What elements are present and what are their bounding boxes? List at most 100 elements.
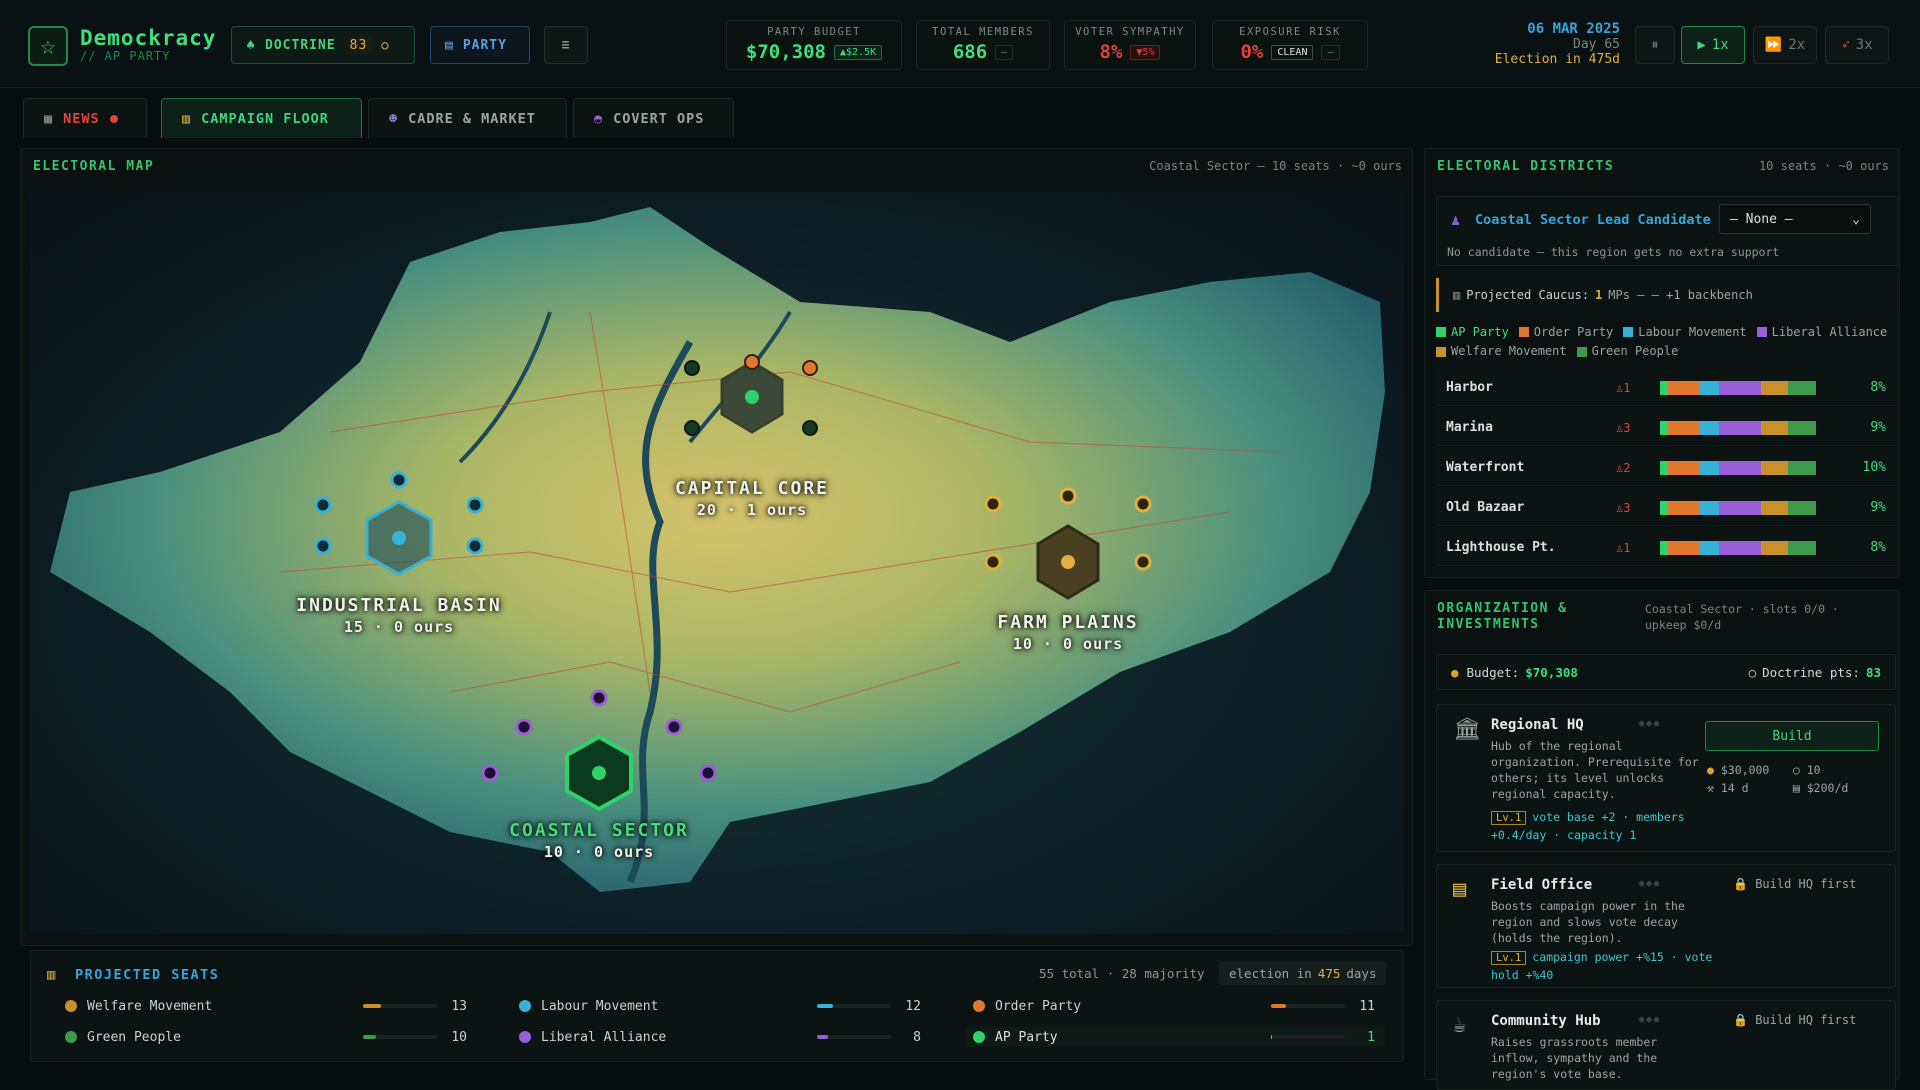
stat-delta: ▼5% <box>1130 44 1161 60</box>
district-mps: ♙3 <box>1616 420 1631 435</box>
speed-label: 3x <box>1855 37 1873 53</box>
district-mps: ♙1 <box>1616 380 1631 395</box>
seat-bar <box>817 1035 891 1039</box>
map-subtitle: Coastal Sector — 10 seats · ~0 ours <box>1149 159 1402 173</box>
clipboard-icon: ▤ <box>1453 877 1467 902</box>
tab-campaign-floor[interactable]: ▥ CAMPAIGN FLOOR <box>161 98 362 138</box>
region-name: COASTAL SECTOR <box>509 820 689 841</box>
party-seat-count: 11 <box>1359 998 1375 1014</box>
region-coastal-sector[interactable]: COASTAL SECTOR 10 · 0 ours <box>479 820 719 861</box>
lead-candidate-label: Coastal Sector Lead Candidate <box>1475 212 1711 228</box>
locked-text: Build HQ first <box>1755 877 1857 891</box>
district-row[interactable]: Waterfront ♙2 10% <box>1436 450 1896 486</box>
projected-caucus: ▥ Projected Caucus: 1 MPs — — +1 backben… <box>1436 278 1898 312</box>
district-mps: ♙2 <box>1616 460 1631 475</box>
district-mps: ♙1 <box>1616 540 1631 555</box>
stat-budget: PARTY BUDGET $70,308 ▲$2.5K <box>726 20 902 70</box>
tab-label: CADRE & MARKET <box>408 110 536 127</box>
vote-bar-segment <box>1787 540 1816 555</box>
doctrine-button[interactable]: ♠ DOCTRINE 83 ○ <box>231 26 415 64</box>
tab-news[interactable]: ▦ NEWS <box>23 98 147 138</box>
district-row[interactable]: Marina ♙3 9% <box>1436 410 1896 446</box>
build-button[interactable]: Build <box>1705 721 1879 751</box>
lock-icon: 🔒 <box>1733 877 1748 891</box>
money-bag-icon: ● <box>1707 763 1714 777</box>
speed-label: 2x <box>1788 37 1806 53</box>
seat-row: AP Party 1 <box>965 1027 1385 1047</box>
legend-label: AP Party <box>1451 324 1509 339</box>
circle-icon: ○ <box>1792 763 1800 777</box>
star-logo-icon: ☆ <box>28 26 68 66</box>
vote-bar-segment <box>1698 540 1720 555</box>
tab-label: NEWS <box>63 110 100 127</box>
speed-1x-button[interactable]: ▶ 1x <box>1681 26 1745 64</box>
seat-bar <box>1271 1004 1345 1008</box>
budget-label: Budget: <box>1466 664 1520 680</box>
party-seat-count: 12 <box>905 998 921 1014</box>
region-capital-core[interactable]: CAPITAL CORE 20 · 1 ours <box>642 478 862 519</box>
org-budget-bar: ● Budget: $70,308 ○ Doctrine pts: 83 <box>1436 654 1896 690</box>
party-color-dot <box>519 1000 531 1012</box>
org-item-title: Community Hub <box>1491 1013 1601 1029</box>
stat-delta: – <box>1321 44 1340 60</box>
building-icon: ▥ <box>1453 288 1461 302</box>
level-dots: ●●● <box>1639 879 1662 889</box>
electoral-map[interactable]: CAPITAL CORE 20 · 1 ours INDUSTRIAL BASI… <box>30 192 1404 934</box>
election-countdown: Election in 475d <box>1494 52 1620 67</box>
district-vote-bar <box>1660 460 1816 475</box>
vote-bar-segment <box>1660 460 1668 475</box>
vote-bar-segment <box>1667 420 1699 435</box>
party-name: Welfare Movement <box>87 998 213 1014</box>
stat-delta: ▲$2.5K <box>833 44 883 60</box>
lead-candidate-select[interactable]: — None — ⌄ <box>1719 204 1871 234</box>
legend-swatch <box>1518 327 1529 337</box>
doctrine-pts-value: 83 <box>1865 664 1881 680</box>
menu-button[interactable]: ≡ <box>544 26 588 64</box>
locked-note: 🔒 Build HQ first <box>1733 877 1856 891</box>
stat-value: $70,308 <box>745 41 826 63</box>
district-row[interactable]: Lighthouse Pt. ♙1 8% <box>1436 530 1896 566</box>
election-suffix: days <box>1346 965 1377 981</box>
legend-swatch <box>1576 346 1587 357</box>
region-name: INDUSTRIAL BASIN <box>296 595 502 616</box>
doctrine-count: 83 <box>344 36 373 54</box>
region-industrial-basin[interactable]: INDUSTRIAL BASIN 15 · 0 ours <box>269 595 529 636</box>
seat-row: Order Party 11 <box>965 996 1385 1016</box>
district-vote-bar <box>1660 380 1816 395</box>
tab-covert-ops[interactable]: ◓ COVERT OPS <box>573 98 734 138</box>
legend-swatch <box>1756 327 1767 337</box>
level-badge: Lv.1 <box>1491 811 1527 825</box>
legend-item: Welfare Movement <box>1436 342 1567 361</box>
map-title: ELECTORAL MAP <box>33 159 155 174</box>
tree-icon: ♠ <box>246 36 257 54</box>
vote-bar-segment <box>1787 500 1816 515</box>
lead-candidate-note: No candidate — this region gets no extra… <box>1447 245 1780 259</box>
tab-cadre-market[interactable]: ☻ CADRE & MARKET <box>368 98 567 138</box>
speed-2x-button[interactable]: ⏩ 2x <box>1753 26 1817 64</box>
game-day: Day 65 <box>1573 37 1620 52</box>
district-row[interactable]: Old Bazaar ♙3 9% <box>1436 490 1896 526</box>
district-percent: 8% <box>1870 540 1886 555</box>
doctrine-pts-label: Doctrine pts: <box>1762 664 1860 680</box>
pts-value: 10 <box>1806 763 1821 777</box>
farm-plains-marker <box>984 487 1152 600</box>
district-vote-bar <box>1660 420 1816 435</box>
district-percent: 9% <box>1870 500 1886 515</box>
districts-subtitle: 10 seats · ~0 ours <box>1758 159 1889 173</box>
district-row[interactable]: Harbor ♙1 8% <box>1436 370 1896 406</box>
level-dots: ●●● <box>1639 1015 1662 1025</box>
vote-bar-segment <box>1787 460 1816 475</box>
party-name: Order Party <box>995 998 1082 1014</box>
region-farm-plains[interactable]: FARM PLAINS 10 · 0 ours <box>948 612 1188 653</box>
vote-bar-segment <box>1698 380 1720 395</box>
pause-button[interactable]: ⏸ <box>1635 26 1675 64</box>
vote-bar-segment <box>1761 420 1788 435</box>
lock-icon: 🔒 <box>1733 1013 1748 1027</box>
seat-bar-fill <box>817 1035 829 1039</box>
org-item-effect: Lv.1 vote base +2 · members +0.4/day · ca… <box>1491 809 1721 844</box>
district-name: Waterfront <box>1446 460 1525 475</box>
speed-3x-button[interactable]: ➶ 3x <box>1825 26 1889 64</box>
party-button[interactable]: ▤ PARTY <box>430 26 530 64</box>
party-color-dot <box>973 1031 985 1043</box>
legend-label: Order Party <box>1533 324 1614 339</box>
